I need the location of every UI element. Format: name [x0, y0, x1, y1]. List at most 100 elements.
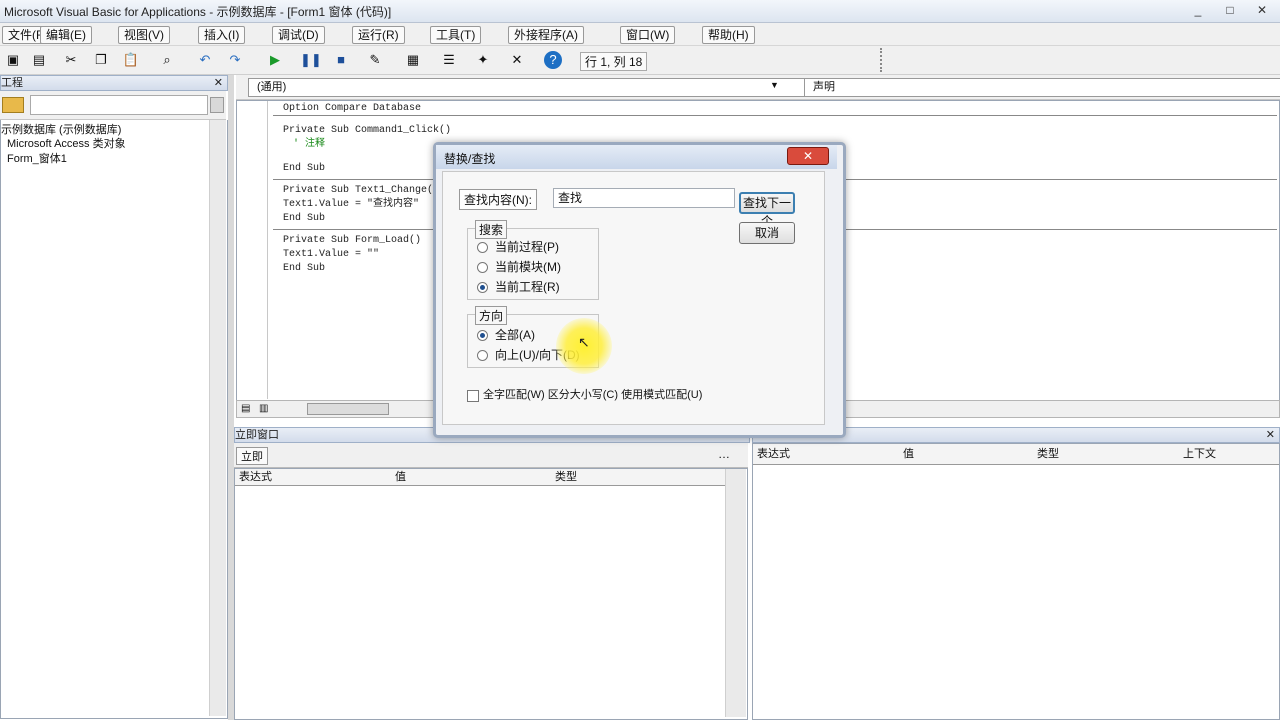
- copy-icon[interactable]: ❐: [92, 51, 110, 69]
- column-header[interactable]: 类型: [1037, 444, 1059, 464]
- match-options-label[interactable]: 全字匹配(W) 区分大小写(C) 使用模式匹配(U): [483, 386, 702, 402]
- cancel-button[interactable]: 取消: [739, 222, 795, 244]
- scroll-thumb[interactable]: [307, 403, 389, 415]
- procedure-separator: [273, 115, 1277, 116]
- project-tree: 示例数据库 (示例数据库) Microsoft Access 类对象 Form_…: [0, 120, 228, 719]
- search-scope-legend: 搜索: [475, 220, 508, 239]
- object-dropdown[interactable]: (通用): [248, 78, 808, 97]
- immediate-tab[interactable]: 立即: [236, 447, 268, 465]
- close-window-button[interactable]: ✕: [1250, 2, 1274, 18]
- code-line: Private Sub Text1_Change(): [283, 185, 440, 196]
- project-panel-header: 工程 ✕: [0, 75, 228, 91]
- locals-pane: 表达式 值 类型: [234, 468, 748, 720]
- close-icon[interactable]: ✕: [214, 76, 223, 90]
- find-icon[interactable]: ⌕: [158, 51, 176, 69]
- dialog-close-button[interactable]: ✕: [787, 147, 829, 165]
- menu-debug[interactable]: 调试(D): [272, 26, 325, 44]
- paste-icon[interactable]: 📋: [122, 51, 140, 69]
- tree-item-form[interactable]: Form_窗体1: [7, 153, 67, 166]
- direction-radio-1[interactable]: [477, 350, 488, 361]
- project-filter-box[interactable]: [30, 95, 208, 115]
- match-options-checkbox[interactable]: [467, 390, 479, 402]
- menu-addins[interactable]: 外接程序(A): [508, 26, 584, 44]
- locals-column-header: 表达式 值 类型: [235, 469, 725, 486]
- view-access-icon[interactable]: ▣: [4, 51, 22, 69]
- standard-toolbar: ▣ ▤ ✂ ❐ 📋 ⌕ ↶ ↷ ▶ ❚❚ ■ ✎ ▦ ☰ ✦ ✕ ? 行 1, …: [0, 46, 1280, 75]
- menu-bar: 文件(F) 编辑(E) 视图(V) 插入(I) 调试(D) 运行(R) 工具(T…: [0, 23, 1280, 46]
- undo-icon[interactable]: ↶: [196, 51, 214, 69]
- menu-tools[interactable]: 工具(T): [430, 26, 482, 44]
- module-view-icon[interactable]: ▥: [259, 403, 268, 414]
- insert-module-icon[interactable]: ▤: [30, 51, 48, 69]
- properties-icon[interactable]: ☰: [440, 51, 458, 69]
- object-browser-icon[interactable]: ✦: [474, 51, 492, 69]
- find-next-button[interactable]: 查找下一个: [739, 192, 795, 228]
- menu-window[interactable]: 窗口(W): [620, 26, 676, 44]
- mouse-pointer-icon: ↖: [578, 334, 590, 350]
- tree-item-project[interactable]: 示例数据库 (示例数据库): [1, 124, 121, 137]
- locals-scrollbar[interactable]: [725, 469, 746, 717]
- menu-edit[interactable]: 编辑(E): [40, 26, 92, 44]
- window-title: Microsoft Visual Basic for Applications …: [4, 5, 392, 19]
- toolbar-grip[interactable]: [880, 48, 892, 72]
- code-window-header: (通用) ▼ 声明: [236, 75, 1280, 100]
- direction-option[interactable]: 全部(A): [495, 326, 535, 343]
- dialog-title-bar: 替换/查找 ✕: [436, 145, 837, 169]
- code-comment: ' 注释: [293, 139, 326, 150]
- margin-indicator-bar: [267, 101, 268, 399]
- code-line: End Sub: [283, 163, 326, 174]
- menu-help[interactable]: 帮助(H): [702, 26, 755, 44]
- project-explorer-icon[interactable]: ▦: [404, 51, 422, 69]
- scope-option[interactable]: 当前工程(R): [495, 278, 560, 295]
- minimize-button[interactable]: _: [1186, 2, 1210, 18]
- direction-radio-0[interactable]: [477, 330, 488, 341]
- immediate-toolbar: 立即 …: [234, 443, 748, 468]
- find-dialog: 替换/查找 ✕ 查找内容(N): 查找 查找下一个 取消 搜索 当前过程(P) …: [433, 142, 846, 438]
- procedure-dropdown[interactable]: 声明: [804, 78, 1280, 97]
- dropdown-arrow-icon[interactable]: ▼: [770, 80, 779, 90]
- maximize-button[interactable]: □: [1218, 2, 1242, 18]
- redo-icon[interactable]: ↷: [226, 51, 244, 69]
- dialog-body: 查找内容(N): 查找 查找下一个 取消 搜索 当前过程(P) 当前模块(M) …: [442, 171, 825, 425]
- scope-radio-0[interactable]: [477, 242, 488, 253]
- column-header[interactable]: 值: [903, 444, 914, 464]
- menu-view[interactable]: 视图(V): [118, 26, 170, 44]
- scope-option[interactable]: 当前模块(M): [495, 258, 561, 275]
- design-mode-icon[interactable]: ✎: [366, 51, 384, 69]
- title-bar: Microsoft Visual Basic for Applications …: [0, 0, 1280, 23]
- scope-radio-2[interactable]: [477, 282, 488, 293]
- tree-item-class-objects[interactable]: Microsoft Access 类对象: [7, 138, 126, 151]
- menu-insert[interactable]: 插入(I): [198, 26, 246, 44]
- run-icon[interactable]: ▶: [266, 51, 284, 69]
- project-panel-toolbar: [0, 91, 226, 120]
- toolbox-icon[interactable]: ✕: [508, 51, 526, 69]
- column-header[interactable]: 值: [395, 469, 406, 485]
- menu-run[interactable]: 运行(R): [352, 26, 405, 44]
- code-line: End Sub: [283, 213, 326, 224]
- break-icon[interactable]: ❚❚: [300, 51, 322, 69]
- find-what-label: 查找内容(N):: [459, 189, 537, 210]
- project-scrollbar[interactable]: [209, 120, 226, 716]
- project-panel-title: 工程: [1, 77, 23, 89]
- help-icon[interactable]: ?: [544, 51, 562, 69]
- watch-column-header: 表达式 值 类型 上下文: [753, 444, 1279, 465]
- column-header[interactable]: 表达式: [239, 469, 272, 485]
- scope-option[interactable]: 当前过程(P): [495, 238, 559, 255]
- scroll-up-icon[interactable]: [210, 97, 224, 113]
- procedure-view-icon[interactable]: ▤: [241, 403, 250, 414]
- close-icon[interactable]: ✕: [1266, 428, 1275, 442]
- watch-pane: 表达式 值 类型 上下文: [752, 443, 1280, 720]
- reset-icon[interactable]: ■: [332, 51, 350, 69]
- code-line: End Sub: [283, 263, 326, 274]
- immediate-panel-title: 立即窗口: [235, 429, 279, 441]
- ellipsis-icon[interactable]: …: [718, 447, 730, 461]
- scope-radio-1[interactable]: [477, 262, 488, 273]
- toggle-folders-icon[interactable]: [2, 97, 24, 113]
- column-header[interactable]: 表达式: [757, 444, 790, 464]
- code-line: Text1.Value = "": [283, 249, 380, 260]
- column-header[interactable]: 类型: [555, 469, 577, 485]
- column-header[interactable]: 上下文: [1183, 444, 1216, 464]
- cut-icon[interactable]: ✂: [62, 51, 80, 69]
- direction-legend: 方向: [475, 306, 508, 325]
- find-what-input[interactable]: 查找: [553, 188, 735, 208]
